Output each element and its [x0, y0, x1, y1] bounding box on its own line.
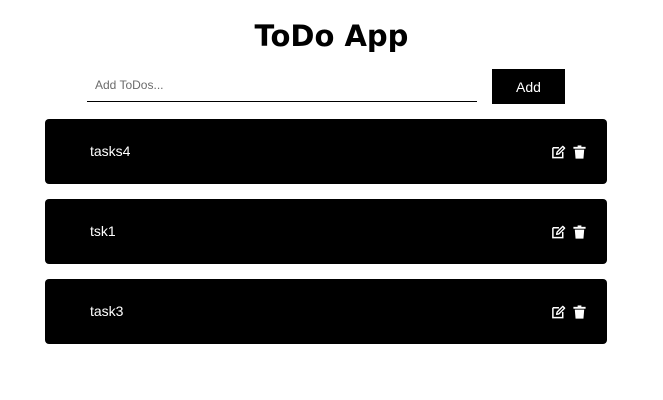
todo-actions [551, 224, 587, 240]
todo-list: tasks4 tsk1 task3 [45, 119, 607, 359]
todo-item: tsk1 [45, 199, 607, 264]
add-button[interactable]: Add [492, 69, 565, 104]
trash-icon[interactable] [572, 304, 587, 320]
todo-text: tasks4 [90, 143, 131, 159]
trash-icon[interactable] [572, 144, 587, 160]
page-title: ToDo App [254, 19, 409, 53]
edit-icon[interactable] [551, 304, 566, 320]
todo-item: task3 [45, 279, 607, 344]
todo-input[interactable] [87, 69, 477, 102]
todo-actions [551, 144, 587, 160]
trash-icon[interactable] [572, 224, 587, 240]
todo-text: task3 [90, 303, 124, 319]
edit-icon[interactable] [551, 144, 566, 160]
edit-icon[interactable] [551, 224, 566, 240]
add-todo-form: Add [87, 69, 565, 104]
todo-text: tsk1 [90, 223, 116, 239]
todo-actions [551, 304, 587, 320]
todo-item: tasks4 [45, 119, 607, 184]
